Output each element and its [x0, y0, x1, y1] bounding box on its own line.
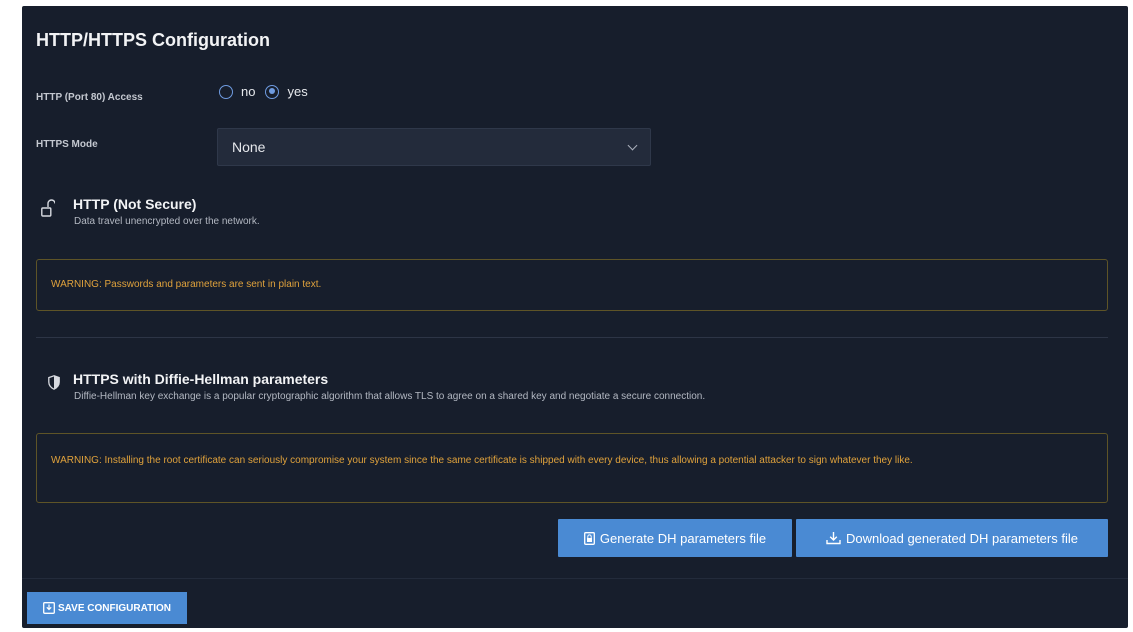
download-dh-button[interactable]: Download generated DH parameters file [796, 519, 1108, 557]
dh-warning-text: WARNING: Installing the root certificate… [51, 455, 913, 466]
save-configuration-label: SAVE CONFIGURATION [58, 602, 171, 614]
section-divider [36, 337, 1108, 338]
generate-dh-label: Generate DH parameters file [599, 530, 767, 546]
page-title: HTTP/HTTPS Configuration [36, 30, 270, 50]
radio-yes-label[interactable]: yes [287, 84, 307, 99]
http-access-label: HTTP (Port 80) Access [36, 92, 143, 103]
https-mode-label: HTTPS Mode [36, 139, 98, 150]
radio-no-label[interactable]: no [241, 84, 255, 99]
radio-yes[interactable] [265, 84, 280, 99]
file-lock-icon [583, 531, 595, 545]
config-panel: HTTP/HTTPS Configuration HTTP (Port 80) … [22, 6, 1128, 628]
http-access-radio-group: no yes [219, 84, 318, 99]
radio-no[interactable] [219, 84, 233, 99]
https-mode-select[interactable]: None [217, 128, 651, 166]
save-icon [43, 602, 55, 614]
save-configuration-button[interactable]: SAVE CONFIGURATION [27, 592, 187, 624]
chevron-down-icon [627, 140, 638, 150]
http-warning-box: WARNING: Passwords and parameters are se… [36, 259, 1108, 311]
footer-divider [22, 578, 1128, 579]
https-mode-value: None [232, 139, 266, 155]
download-icon [826, 532, 841, 545]
http-warning-text: WARNING: Passwords and parameters are se… [51, 279, 322, 290]
shield-icon [48, 375, 60, 395]
generate-dh-button[interactable]: Generate DH parameters file [558, 519, 792, 557]
download-dh-label: Download generated DH parameters file [846, 530, 1078, 546]
http-section-description: Data travel unencrypted over the network… [74, 216, 260, 227]
http-section-title: HTTP (Not Secure) [73, 196, 197, 212]
unlock-icon [41, 199, 56, 224]
dh-section-description: Diffie-Hellman key exchange is a popular… [74, 391, 706, 402]
dh-warning-box: WARNING: Installing the root certificate… [36, 433, 1108, 503]
dh-section-title: HTTPS with Diffie-Hellman parameters [73, 371, 329, 387]
